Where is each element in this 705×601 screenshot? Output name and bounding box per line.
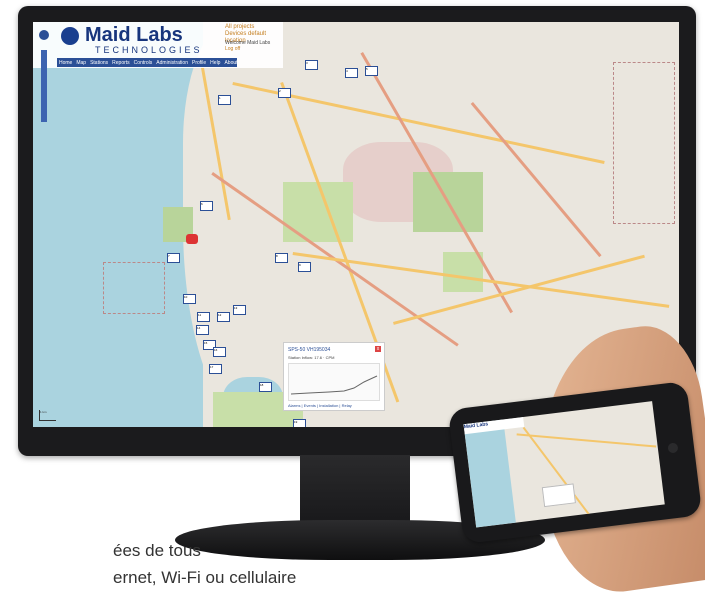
park-area [443, 252, 483, 292]
logout-link[interactable]: Log off [225, 46, 270, 52]
phone-popup [541, 483, 576, 508]
station-marker[interactable]: 7 [167, 253, 180, 263]
station-marker[interactable]: 4 [345, 68, 358, 78]
station-marker[interactable]: 17 [209, 364, 222, 374]
map-scale: 1 km [39, 410, 56, 421]
nav-stations[interactable]: Stations [88, 60, 110, 66]
caption-line-1: ées de tous [113, 541, 201, 560]
nav-administration[interactable]: Administration [154, 60, 190, 66]
freeway [470, 102, 602, 258]
caption-line-2: ernet, Wi-Fi ou cellulaire [113, 568, 297, 587]
station-marker[interactable]: 12 [217, 312, 230, 322]
zoom-slider[interactable] [41, 50, 47, 122]
zoom-control [39, 30, 49, 122]
nav-controls[interactable]: Controls [132, 60, 155, 66]
all-projects-link[interactable]: All projects [225, 24, 283, 31]
station-marker[interactable]: 18 [259, 382, 272, 392]
nav-reports[interactable]: Reports [110, 60, 132, 66]
station-marker[interactable]: 2 [278, 88, 291, 98]
popup-info: Station Inflow: 17.6 · CPM [288, 355, 335, 360]
park-area [283, 182, 353, 242]
county-boundary [613, 62, 675, 224]
nav-about[interactable]: About [222, 60, 239, 66]
brand-name: Maid Labs [85, 24, 183, 46]
station-marker[interactable]: 10 [183, 294, 196, 304]
station-marker[interactable]: 11 [197, 312, 210, 322]
station-marker[interactable]: 9 [298, 262, 311, 272]
station-marker[interactable]: 16 [213, 347, 226, 357]
station-marker[interactable]: 8 [275, 253, 288, 263]
station-marker[interactable]: 13 [233, 305, 246, 315]
nav-profile[interactable]: Profile [190, 60, 208, 66]
welcome-block: Welcome Maid Labs Log off [225, 40, 270, 52]
marine-reserve-boundary [103, 262, 165, 314]
popup-chart-line [290, 375, 378, 395]
phone-home-button-icon [667, 442, 679, 454]
station-marker[interactable]: 5 [365, 66, 378, 76]
phone-screen: Maid Labs [463, 401, 665, 528]
pan-control-icon[interactable] [39, 30, 49, 40]
popup-chart [288, 363, 380, 401]
phone-ocean [463, 419, 516, 528]
popup-title: SPS-50 VH195034 [288, 347, 331, 353]
station-marker[interactable]: 1 [218, 95, 231, 105]
popup-links[interactable]: Alarms | Events | Installation | Relay [288, 403, 352, 408]
nav-help[interactable]: Help [208, 60, 222, 66]
maid-labs-logo-icon [61, 27, 79, 45]
station-marker[interactable]: 19 [293, 419, 306, 427]
highway [393, 254, 645, 325]
brand-subtitle: TECHNOLOGIES [95, 45, 203, 55]
app-header: Maid Labs TECHNOLOGIES Home Map Stations… [33, 22, 283, 68]
station-popup: SPS-50 VH195034 x Station Inflow: 17.6 ·… [283, 342, 385, 411]
station-marker[interactable]: 3 [305, 60, 318, 70]
alert-marker-icon[interactable] [186, 234, 198, 244]
popup-close-icon[interactable]: x [375, 346, 381, 352]
station-marker[interactable]: 6 [200, 201, 213, 211]
main-nav: Home Map Stations Reports Controls Admin… [57, 58, 239, 67]
station-marker[interactable]: 14 [196, 325, 209, 335]
welcome-user: Maid Labs [247, 40, 271, 46]
nav-map[interactable]: Map [74, 60, 88, 66]
nav-home[interactable]: Home [57, 60, 74, 66]
